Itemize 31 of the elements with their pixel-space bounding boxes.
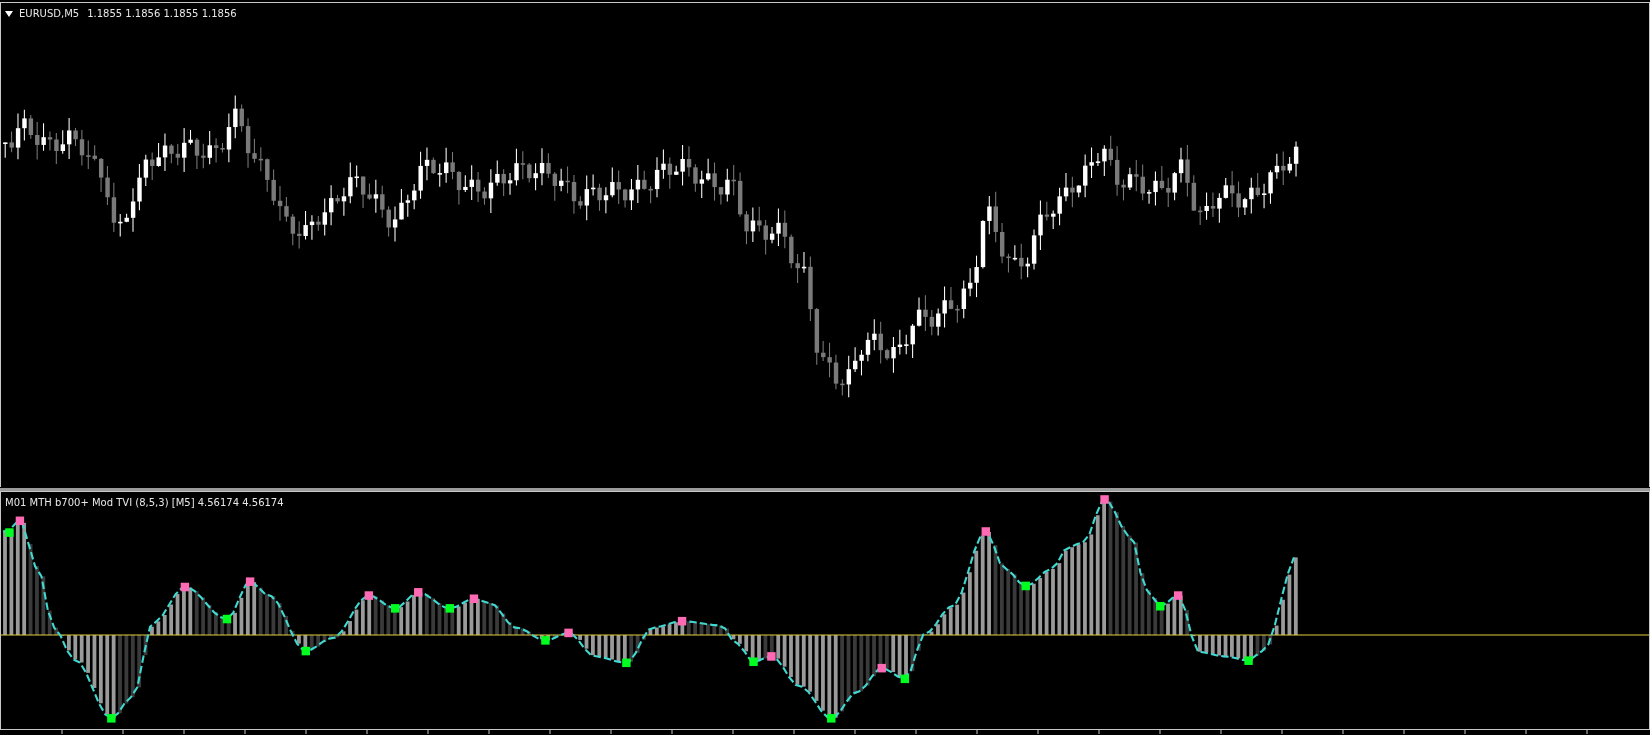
- signal-marker: [1173, 591, 1183, 600]
- signal-marker: [767, 652, 776, 661]
- signal-marker: [445, 604, 454, 613]
- signal-marker: [180, 582, 190, 592]
- signal-marker: [1244, 656, 1253, 665]
- signal-marker: [1100, 495, 1109, 504]
- signal-marker: [245, 577, 255, 586]
- signal-marker: [15, 516, 25, 526]
- signal-marker: [827, 714, 836, 723]
- signal-marker: [301, 646, 310, 656]
- signal-marker: [541, 636, 550, 645]
- signal-marker: [1021, 581, 1030, 591]
- signal-marker: [900, 674, 910, 684]
- signal-marker: [390, 604, 400, 613]
- signal-marker: [107, 714, 116, 723]
- signal-marker: [5, 528, 14, 537]
- signal-marker: [677, 616, 687, 626]
- signal-marker: [749, 657, 758, 666]
- symbol-label: EURUSD,M5: [19, 8, 80, 19]
- price-values: 1.1855 1.1856 1.1855 1.1856: [87, 8, 237, 19]
- signal-marker: [364, 591, 374, 600]
- signal-marker: [414, 588, 423, 597]
- signal-marker: [564, 628, 573, 638]
- signal-marker: [877, 663, 886, 673]
- signal-marker: [981, 527, 990, 536]
- indicator-label: M01 MTH b700+ Mod TVI (8,5,3) [M5] 4.56174 4.56174: [5, 497, 284, 508]
- signal-marker: [1156, 601, 1165, 611]
- signal-marker: [469, 594, 479, 604]
- dropdown-icon[interactable]: [5, 10, 13, 17]
- signal-marker: [222, 614, 232, 624]
- signal-marker: [622, 658, 631, 668]
